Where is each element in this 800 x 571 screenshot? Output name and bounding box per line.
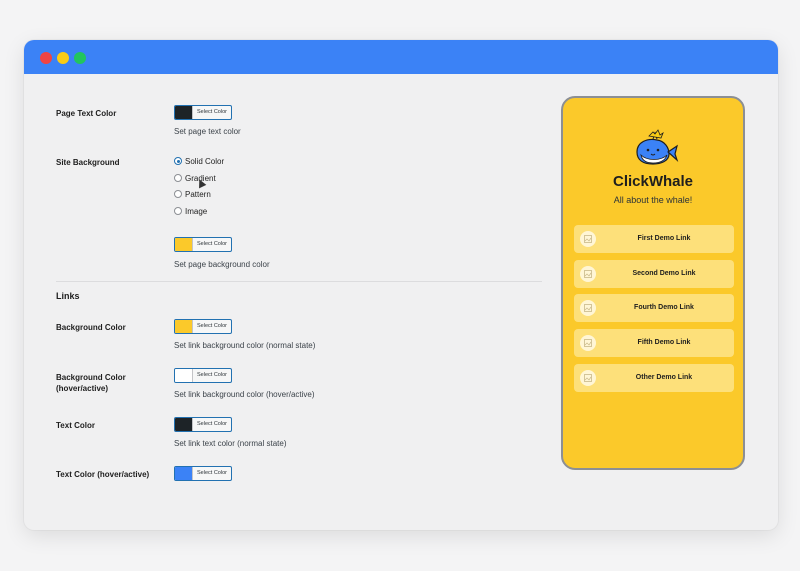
- color-swatch: [175, 238, 193, 251]
- page-text-color-label: Page Text Color: [56, 109, 117, 118]
- preview-link-button[interactable]: First Demo Link: [574, 225, 734, 253]
- button-label: Select Color: [197, 421, 227, 427]
- radio-solid-color[interactable]: Solid Color: [174, 155, 224, 167]
- app-window: Page Text Color Select Color Set page te…: [24, 40, 778, 530]
- color-swatch: [175, 418, 193, 431]
- link-label: Second Demo Link: [632, 270, 696, 277]
- button-label: Select Color: [197, 109, 227, 115]
- close-window-button[interactable]: [40, 52, 52, 64]
- link-thumbnail-icon: [580, 231, 596, 247]
- link-thumbnail-icon: [580, 300, 596, 316]
- minimize-window-button[interactable]: [57, 52, 69, 64]
- link-thumbnail-icon: [580, 370, 596, 386]
- window-titlebar: [24, 40, 778, 74]
- link-text-color-button[interactable]: Select Color: [174, 417, 232, 432]
- page-text-color-help: Set page text color: [174, 127, 241, 136]
- radio-gradient[interactable]: Gradient: [174, 172, 216, 184]
- button-label: Select Color: [197, 241, 227, 247]
- preview-link-button[interactable]: Fourth Demo Link: [574, 294, 734, 322]
- site-background-color-button[interactable]: Select Color: [174, 237, 232, 252]
- preview-link-button[interactable]: Other Demo Link: [574, 364, 734, 392]
- preview-link-button[interactable]: Second Demo Link: [574, 260, 734, 288]
- link-background-color-label: Background Color: [56, 323, 126, 332]
- links-section-title: Links: [56, 291, 80, 301]
- color-swatch: [175, 106, 193, 119]
- color-swatch: [175, 467, 193, 480]
- link-label: Fourth Demo Link: [634, 304, 694, 311]
- section-divider: [56, 281, 542, 282]
- link-label: Fifth Demo Link: [637, 339, 691, 346]
- mobile-preview: ClickWhale All about the whale! First De…: [561, 96, 745, 470]
- radio-checked-icon: [174, 157, 182, 165]
- site-background-label: Site Background: [56, 158, 120, 167]
- link-background-hover-button[interactable]: Select Color: [174, 368, 232, 383]
- page-text-color-button[interactable]: Select Color: [174, 105, 232, 120]
- radio-label: Pattern: [185, 189, 211, 199]
- link-thumbnail-icon: [580, 266, 596, 282]
- radio-image[interactable]: Image: [174, 205, 207, 217]
- link-label: First Demo Link: [637, 235, 691, 242]
- button-label: Select Color: [197, 323, 227, 329]
- button-label: Select Color: [197, 470, 227, 476]
- button-label: Select Color: [197, 372, 227, 378]
- preview-tagline: All about the whale!: [613, 195, 693, 205]
- link-text-color-help: Set link text color (normal state): [174, 439, 287, 448]
- link-background-color-button[interactable]: Select Color: [174, 319, 232, 334]
- maximize-window-button[interactable]: [74, 52, 86, 64]
- link-background-hover-help: Set link background color (hover/active): [174, 390, 315, 399]
- preview-title: ClickWhale: [612, 173, 694, 190]
- link-background-hover-label: Background Color (hover/active): [56, 373, 126, 393]
- site-background-help: Set page background color: [174, 260, 270, 269]
- link-label: Other Demo Link: [635, 374, 693, 381]
- link-text-color-label: Text Color: [56, 421, 95, 430]
- radio-pattern[interactable]: Pattern: [174, 188, 211, 200]
- whale-logo-icon: [636, 129, 679, 165]
- radio-label: Image: [185, 206, 208, 216]
- link-text-hover-button[interactable]: Select Color: [174, 466, 232, 481]
- radio-unchecked-icon: [174, 207, 182, 215]
- color-swatch: [175, 320, 193, 333]
- link-background-color-help: Set link background color (normal state): [174, 341, 316, 350]
- radio-unchecked-icon: [174, 190, 182, 198]
- radio-label: Solid Color: [185, 156, 225, 166]
- link-text-hover-label: Text Color (hover/active): [56, 470, 150, 479]
- preview-link-button[interactable]: Fifth Demo Link: [574, 329, 734, 357]
- link-thumbnail-icon: [580, 335, 596, 351]
- color-swatch: [175, 369, 193, 382]
- radio-unchecked-icon: [174, 174, 182, 182]
